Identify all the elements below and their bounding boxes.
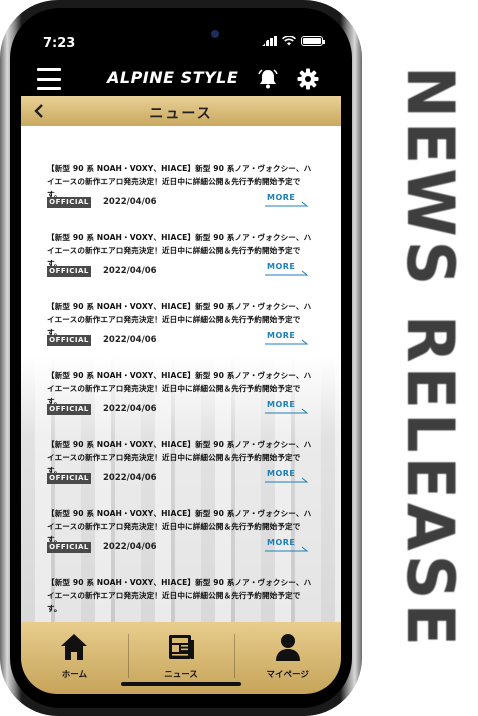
battery-icon	[301, 36, 325, 46]
user-icon	[275, 634, 300, 661]
tab-home-label: ホーム	[61, 670, 87, 680]
phone-screen: 7:23 ALPINE STYLE ニュース 【新型 90 系 NOAH・VOX…	[21, 22, 341, 694]
gear-icon[interactable]	[297, 68, 319, 90]
notch	[93, 22, 269, 50]
tab-mypage-label: マイページ	[266, 670, 309, 680]
news-item[interactable]: 【新型 90 系 NOAH・VOXY、HIACE】新型 90 系ノア・ヴォクシー…	[21, 264, 341, 346]
status-time: 7:23	[43, 36, 76, 51]
tab-mypage[interactable]: マイページ	[234, 622, 341, 694]
news-item[interactable]: 【新型 90 系 NOAH・VOXY、HIACE】新型 90 系ノア・ヴォクシー…	[21, 402, 341, 484]
news-item[interactable]: 【新型 90 系 NOAH・VOXY、HIACE】新型 90 系ノア・ヴォクシー…	[21, 333, 341, 415]
newspaper-icon	[169, 635, 194, 659]
side-title-text: NEWS RELEASE	[391, 66, 469, 650]
status-icons	[262, 36, 325, 46]
news-list: 【新型 90 系 NOAH・VOXY、HIACE】新型 90 系ノア・ヴォクシー…	[21, 126, 341, 613]
home-icon	[61, 634, 88, 660]
news-item[interactable]: 【新型 90 系 NOAH・VOXY、HIACE】新型 90 系ノア・ヴォクシー…	[21, 195, 341, 277]
menu-icon[interactable]	[37, 68, 61, 90]
tab-news-label: ニュース	[164, 670, 198, 680]
camera-icon	[211, 30, 219, 38]
bell-icon[interactable]	[257, 68, 279, 90]
title-bar: ニュース	[21, 96, 341, 126]
tab-home[interactable]: ホーム	[21, 622, 128, 694]
page-title: ニュース	[149, 106, 213, 122]
phone-frame: 7:23 ALPINE STYLE ニュース 【新型 90 系 NOAH・VOX…	[0, 0, 362, 716]
app-logo: ALPINE STYLE	[107, 68, 239, 87]
news-item[interactable]: 【新型 90 系 NOAH・VOXY、HIACE】新型 90 系ノア・ヴォクシー…	[21, 126, 341, 208]
news-release-vertical-title: NEWS RELEASE	[382, 0, 478, 716]
news-content[interactable]: 【新型 90 系 NOAH・VOXY、HIACE】新型 90 系ノア・ヴォクシー…	[21, 126, 341, 622]
wifi-icon	[282, 36, 296, 46]
news-text: 【新型 90 系 NOAH・VOXY、HIACE】新型 90 系ノア・ヴォクシー…	[47, 578, 312, 613]
app-header: ALPINE STYLE	[21, 62, 341, 96]
news-item[interactable]: 【新型 90 系 NOAH・VOXY、HIACE】新型 90 系ノア・ヴォクシー…	[21, 540, 341, 613]
news-item[interactable]: 【新型 90 系 NOAH・VOXY、HIACE】新型 90 系ノア・ヴォクシー…	[21, 471, 341, 553]
home-indicator	[121, 682, 241, 686]
